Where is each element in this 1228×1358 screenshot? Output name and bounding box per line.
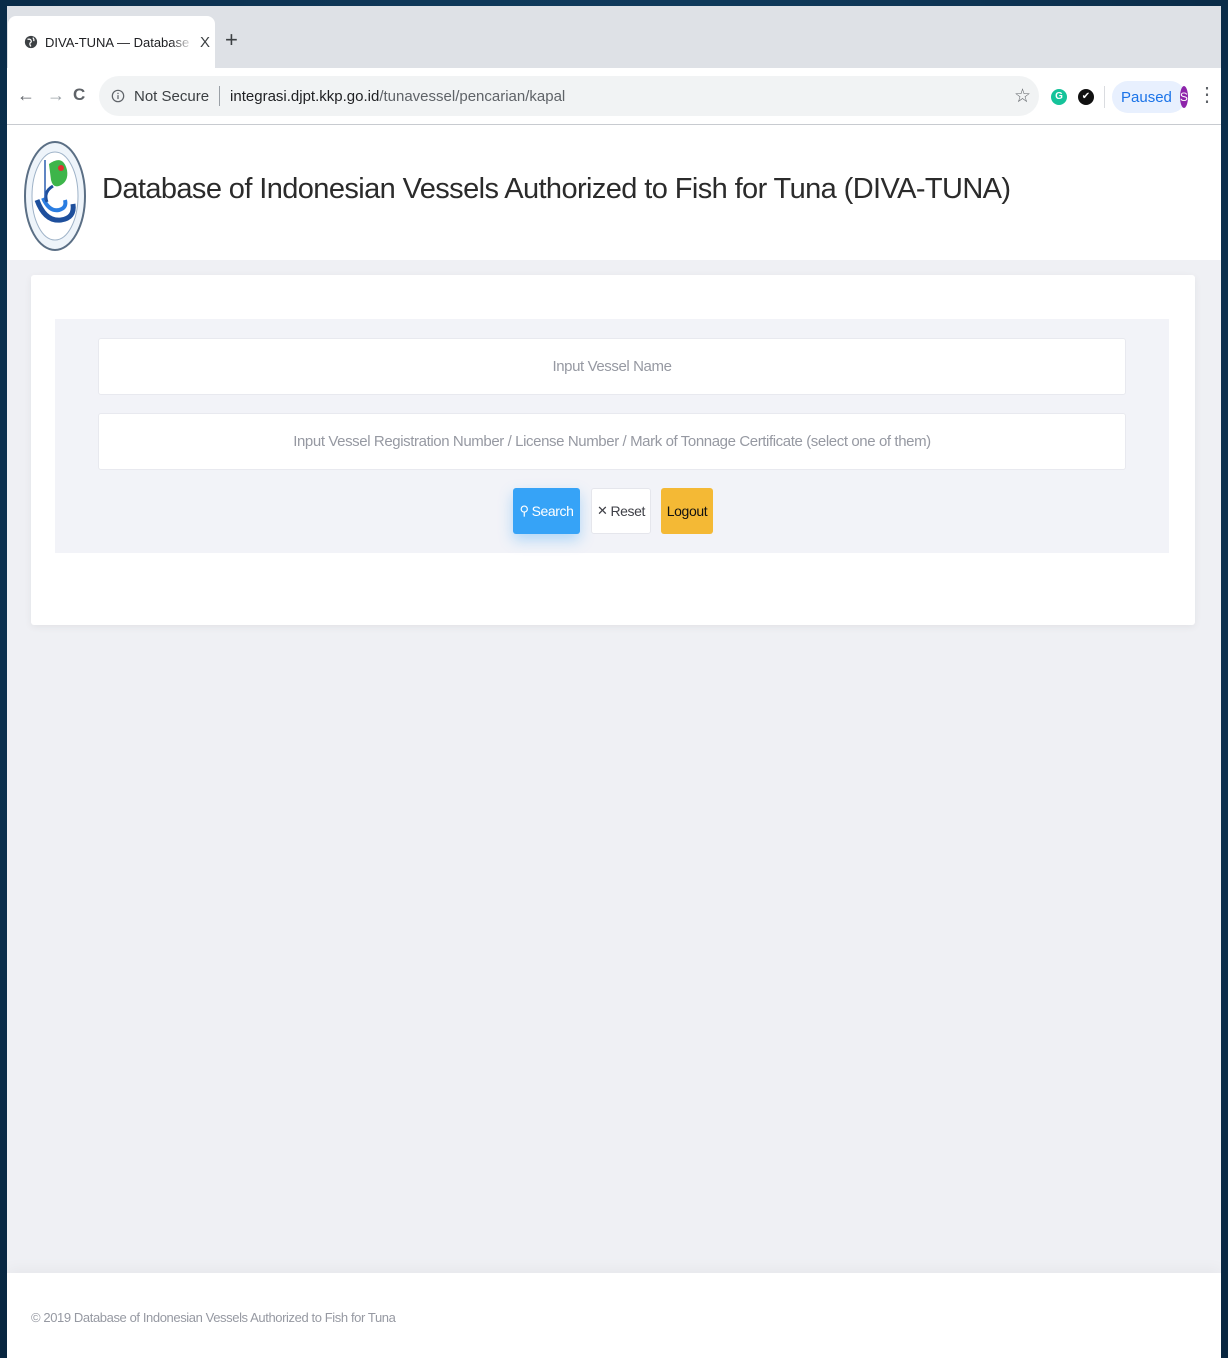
profile-status: Paused (1121, 88, 1172, 106)
back-icon[interactable]: ← (17, 85, 35, 105)
button-row: ⚲ Search ✕ Reset Logout (55, 488, 1169, 536)
info-icon[interactable] (111, 89, 125, 103)
logout-button[interactable]: Logout (661, 488, 713, 534)
tab-close-icon[interactable]: X (197, 34, 213, 51)
search-panel: ⚲ Search ✕ Reset Logout (55, 319, 1169, 553)
tab-title: DIVA-TUNA — Database of Indonesian Vesse… (45, 34, 193, 50)
address-divider (219, 86, 221, 106)
reset-button[interactable]: ✕ Reset (591, 488, 651, 534)
avatar: S (1179, 86, 1188, 108)
bookmark-star-icon[interactable]: ☆ (1014, 85, 1031, 108)
logout-button-label: Logout (666, 503, 708, 519)
close-icon: ✕ (596, 503, 608, 518)
forward-icon[interactable]: → (47, 85, 65, 105)
tab-bar: DIVA-TUNA — Database of Indonesian Vesse… (7, 6, 1221, 68)
vessel-registration-input[interactable] (98, 413, 1126, 470)
reload-icon[interactable]: C (73, 85, 85, 105)
grammarly-extension-icon[interactable]: G (1051, 89, 1067, 105)
checkmark-extension-icon[interactable]: ✔ (1078, 89, 1094, 105)
toolbar-divider (1104, 86, 1105, 108)
address-bar[interactable]: Not Secure integrasi.djpt.kkp.go.id /tun… (99, 76, 1039, 116)
site-header: Database of Indonesian Vessels Authorize… (7, 125, 1221, 260)
browser-window: DIVA-TUNA — Database of Indonesian Vesse… (7, 6, 1221, 1358)
browser-toolbar: ← → C Not Secure integrasi.djpt.kkp.go.i… (7, 68, 1221, 125)
new-tab-icon[interactable]: + (225, 29, 238, 51)
page-title: Database of Indonesian Vessels Authorize… (102, 173, 1011, 205)
search-icon: ⚲ (519, 503, 529, 518)
security-label: Not Secure (134, 87, 210, 105)
url-host: integrasi.djpt.kkp.go.id (230, 87, 380, 105)
browser-menu-icon[interactable]: ⋮ (1197, 85, 1217, 105)
url-path: /tunavessel/pencarian/kapal (379, 87, 566, 105)
footer-copyright: © 2019 Database of Indonesian Vessels Au… (31, 1310, 396, 1325)
search-button[interactable]: ⚲ Search (513, 488, 580, 534)
reset-button-label: Reset (610, 503, 646, 519)
kkp-logo (24, 141, 86, 251)
search-card: ⚲ Search ✕ Reset Logout (31, 275, 1195, 625)
vessel-name-input[interactable] (98, 338, 1126, 395)
footer: © 2019 Database of Indonesian Vessels Au… (7, 1273, 1221, 1358)
search-button-label: Search (531, 503, 574, 519)
globe-icon (24, 35, 38, 49)
profile-button[interactable]: Paused S (1112, 81, 1188, 113)
browser-tab[interactable]: DIVA-TUNA — Database of Indonesian Vesse… (8, 16, 215, 68)
